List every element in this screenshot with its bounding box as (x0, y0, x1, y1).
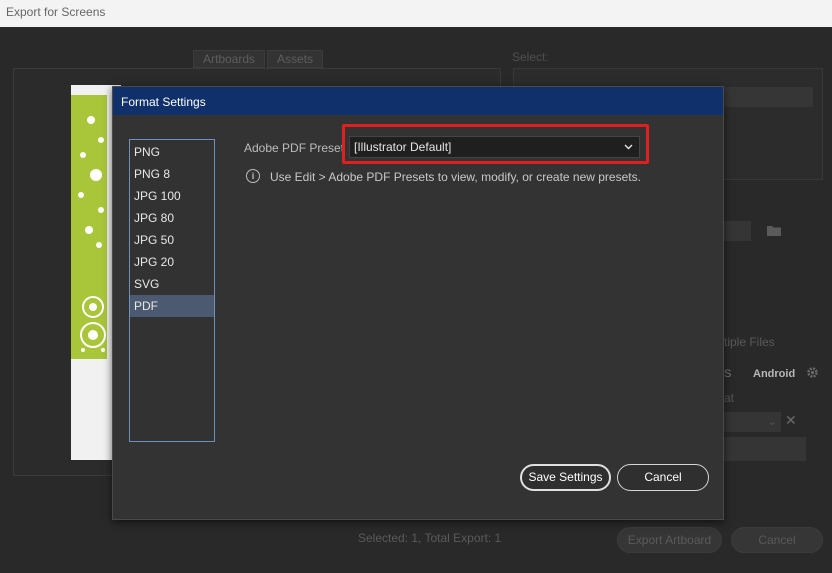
add-scale-button[interactable] (723, 437, 806, 461)
pdf-preset-label: Adobe PDF Preset (244, 141, 345, 155)
format-item-jpg50[interactable]: JPG 50 (130, 229, 214, 251)
export-path-field[interactable] (723, 221, 751, 241)
format-dropdown[interactable]: ⌄ (723, 412, 781, 432)
platform-android-label[interactable]: Android (753, 368, 795, 380)
format-item-svg[interactable]: SVG (130, 273, 214, 295)
panel-tabs: Artboards Assets (193, 50, 324, 68)
format-item-jpg100[interactable]: JPG 100 (130, 185, 214, 207)
cancel-button[interactable]: Cancel (617, 464, 709, 491)
export-artboard-button[interactable]: Export Artboard (617, 527, 722, 553)
pdf-preset-select[interactable]: [Illustrator Default] (349, 136, 640, 158)
pdf-preset-value: [Illustrator Default] (354, 140, 452, 154)
export-status: Selected: 1, Total Export: 1 (358, 531, 502, 545)
platform-ios-label[interactable]: S (724, 368, 731, 380)
tab-assets[interactable]: Assets (267, 50, 324, 68)
save-settings-button[interactable]: Save Settings (520, 464, 611, 491)
select-label: Select: (512, 50, 549, 64)
folder-icon[interactable] (766, 224, 782, 240)
gear-icon[interactable] (806, 366, 819, 382)
chevron-down-icon: ⌄ (767, 416, 777, 428)
format-item-jpg80[interactable]: JPG 80 (130, 207, 214, 229)
format-label: at (724, 391, 735, 405)
multiple-files-label: tiple Files (724, 335, 775, 349)
window-title: Export for Screens (6, 5, 106, 19)
close-icon[interactable]: ✕ (785, 412, 797, 429)
format-item-pdf[interactable]: PDF (130, 295, 214, 317)
dialog-title: Format Settings (113, 87, 723, 115)
format-item-png[interactable]: PNG (130, 141, 214, 163)
format-settings-dialog: Format Settings PNG PNG 8 JPG 100 JPG 80… (112, 86, 724, 520)
tab-artboards[interactable]: Artboards (193, 50, 266, 68)
info-icon: i (246, 169, 260, 183)
panel-cancel-button[interactable]: Cancel (731, 527, 823, 553)
format-item-jpg20[interactable]: JPG 20 (130, 251, 214, 273)
window-titlebar: Export for Screens (0, 0, 832, 27)
format-list: PNG PNG 8 JPG 100 JPG 80 JPG 50 JPG 20 S… (129, 139, 215, 442)
chevron-down-icon (624, 137, 633, 157)
info-text: Use Edit > Adobe PDF Presets to view, mo… (270, 170, 641, 184)
range-field[interactable] (723, 87, 813, 107)
format-item-png8[interactable]: PNG 8 (130, 163, 214, 185)
